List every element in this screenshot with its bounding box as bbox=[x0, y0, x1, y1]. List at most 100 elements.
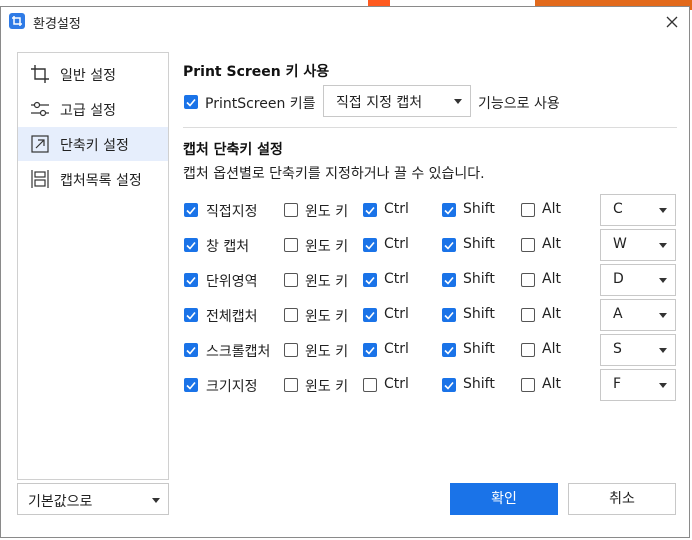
capture-mode-label: 창 캡처 bbox=[206, 239, 250, 255]
sidebar-item-label: 일반 설정 bbox=[60, 68, 116, 84]
capture-mode-checkbox[interactable] bbox=[184, 378, 198, 392]
win-key-checkbox[interactable] bbox=[284, 378, 298, 392]
shortcut-key-select[interactable]: D bbox=[600, 264, 676, 296]
ctrl-key-checkbox[interactable] bbox=[363, 343, 377, 357]
sidebar-item-shortcuts[interactable]: 단축키 설정 bbox=[18, 127, 168, 161]
ctrl-key-label: Ctrl bbox=[384, 201, 409, 217]
win-key-label: 윈도 키 bbox=[305, 344, 349, 360]
alt-key-label: Alt bbox=[542, 306, 561, 322]
shortcut-key-value: W bbox=[613, 236, 627, 252]
reset-defaults-select[interactable]: 기본값으로 bbox=[17, 483, 169, 515]
alt-key-checkbox[interactable] bbox=[521, 378, 535, 392]
shortcut-key-value: S bbox=[613, 341, 622, 357]
shift-key-label: Shift bbox=[463, 271, 495, 287]
printscreen-section-title: Print Screen 키 사용 bbox=[183, 64, 330, 80]
crop-icon bbox=[31, 65, 49, 83]
shift-key-checkbox[interactable] bbox=[442, 273, 456, 287]
printscreen-function-value: 직접 지정 캡처 bbox=[336, 95, 423, 111]
cancel-button[interactable]: 취소 bbox=[568, 483, 676, 515]
shortcut-key-select[interactable]: C bbox=[600, 194, 676, 226]
ctrl-key-checkbox[interactable] bbox=[363, 273, 377, 287]
win-key-checkbox[interactable] bbox=[284, 273, 298, 287]
win-key-checkbox[interactable] bbox=[284, 203, 298, 217]
shortcut-key-select[interactable]: F bbox=[600, 369, 676, 401]
sidebar-item-label: 고급 설정 bbox=[60, 103, 116, 119]
alt-key-label: Alt bbox=[542, 271, 561, 287]
capture-mode-label: 단위영역 bbox=[206, 274, 258, 290]
capture-mode-label: 크기지정 bbox=[206, 379, 258, 395]
printscreen-checkbox-label: PrintScreen 키를 bbox=[205, 96, 316, 112]
ctrl-key-label: Ctrl bbox=[384, 306, 409, 322]
capture-list-icon bbox=[31, 170, 49, 188]
win-key-label: 윈도 키 bbox=[305, 274, 349, 290]
printscreen-checkbox[interactable] bbox=[184, 95, 198, 109]
win-key-checkbox[interactable] bbox=[284, 238, 298, 252]
shortcut-key-value: F bbox=[613, 376, 622, 392]
win-key-checkbox[interactable] bbox=[284, 308, 298, 322]
close-icon bbox=[666, 16, 678, 28]
capture-mode-checkbox[interactable] bbox=[184, 203, 198, 217]
ctrl-key-checkbox[interactable] bbox=[363, 308, 377, 322]
alt-key-checkbox[interactable] bbox=[521, 343, 535, 357]
sidebar-item-advanced[interactable]: 고급 설정 bbox=[18, 92, 168, 126]
ctrl-key-checkbox[interactable] bbox=[363, 203, 377, 217]
alt-key-label: Alt bbox=[542, 236, 561, 252]
win-key-label: 윈도 키 bbox=[305, 239, 349, 255]
alt-key-checkbox[interactable] bbox=[521, 308, 535, 322]
capture-mode-label: 직접지정 bbox=[206, 204, 258, 220]
win-key-checkbox[interactable] bbox=[284, 343, 298, 357]
shift-key-label: Shift bbox=[463, 341, 495, 357]
capture-mode-checkbox[interactable] bbox=[184, 238, 198, 252]
chevron-down-icon bbox=[454, 99, 462, 104]
ctrl-key-label: Ctrl bbox=[384, 376, 409, 392]
alt-key-checkbox[interactable] bbox=[521, 273, 535, 287]
ctrl-key-label: Ctrl bbox=[384, 341, 409, 357]
shortcut-key-value: D bbox=[613, 271, 624, 287]
ctrl-key-label: Ctrl bbox=[384, 236, 409, 252]
sidebar-item-capture-list[interactable]: 캡처목록 설정 bbox=[18, 162, 168, 196]
shift-key-label: Shift bbox=[463, 236, 495, 252]
shift-key-label: Shift bbox=[463, 306, 495, 322]
shift-key-checkbox[interactable] bbox=[442, 343, 456, 357]
printscreen-suffix: 기능으로 사용 bbox=[478, 96, 560, 112]
settings-dialog: 환경설정 일반 설정 고급 설정 단축키 설정 캡처목록 설정 기본값으로 Pr… bbox=[0, 6, 690, 538]
shift-key-checkbox[interactable] bbox=[442, 378, 456, 392]
chevron-down-icon bbox=[659, 243, 667, 248]
chevron-down-icon bbox=[152, 498, 160, 503]
sidebar-item-general[interactable]: 일반 설정 bbox=[18, 57, 168, 91]
chevron-down-icon bbox=[659, 278, 667, 283]
settings-sidebar: 일반 설정 고급 설정 단축키 설정 캡처목록 설정 bbox=[17, 52, 169, 480]
close-button[interactable] bbox=[661, 11, 683, 33]
printscreen-function-select[interactable]: 직접 지정 캡처 bbox=[323, 85, 471, 117]
shortcut-key-select[interactable]: S bbox=[600, 334, 676, 366]
alt-key-checkbox[interactable] bbox=[521, 238, 535, 252]
shortcut-section-title: 캡처 단축키 설정 bbox=[183, 142, 283, 158]
capture-mode-checkbox[interactable] bbox=[184, 308, 198, 322]
shift-key-label: Shift bbox=[463, 376, 495, 392]
capture-mode-checkbox[interactable] bbox=[184, 273, 198, 287]
ctrl-key-checkbox[interactable] bbox=[363, 378, 377, 392]
ctrl-key-label: Ctrl bbox=[384, 271, 409, 287]
shift-key-checkbox[interactable] bbox=[442, 238, 456, 252]
chevron-down-icon bbox=[659, 313, 667, 318]
shortcut-key-select[interactable]: A bbox=[600, 299, 676, 331]
alt-key-checkbox[interactable] bbox=[521, 203, 535, 217]
title-bar: 환경설정 bbox=[1, 7, 689, 37]
win-key-label: 윈도 키 bbox=[305, 309, 349, 325]
win-key-label: 윈도 키 bbox=[305, 379, 349, 395]
shift-key-checkbox[interactable] bbox=[442, 203, 456, 217]
shift-key-checkbox[interactable] bbox=[442, 308, 456, 322]
sliders-icon bbox=[31, 101, 49, 117]
ctrl-key-checkbox[interactable] bbox=[363, 238, 377, 252]
capture-mode-label: 스크롤캡처 bbox=[206, 344, 271, 360]
sidebar-item-label: 캡처목록 설정 bbox=[60, 173, 142, 189]
reset-defaults-label: 기본값으로 bbox=[28, 494, 93, 510]
shortcut-key-select[interactable]: W bbox=[600, 229, 676, 261]
capture-mode-label: 전체캡처 bbox=[206, 309, 258, 325]
alt-key-label: Alt bbox=[542, 201, 561, 217]
ok-button[interactable]: 확인 bbox=[450, 483, 558, 515]
shift-key-label: Shift bbox=[463, 201, 495, 217]
capture-mode-checkbox[interactable] bbox=[184, 343, 198, 357]
win-key-label: 윈도 키 bbox=[305, 204, 349, 220]
section-divider bbox=[183, 127, 677, 128]
